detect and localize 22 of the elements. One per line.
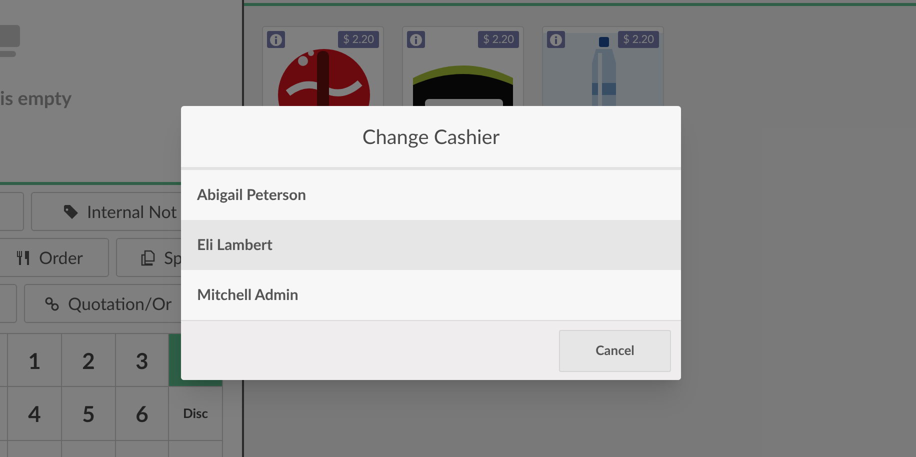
cashier-item[interactable]: Abigail Peterson	[181, 170, 681, 220]
number-key[interactable]: 1	[8, 333, 62, 387]
discount-key[interactable]: Disc	[169, 387, 223, 441]
tag-icon	[63, 204, 79, 220]
info-icon[interactable]	[407, 31, 425, 48]
link-icon	[44, 296, 60, 312]
cashier-item[interactable]: Mitchell Admin	[181, 270, 681, 320]
utensils-icon	[15, 250, 31, 266]
number-key[interactable]: 6	[116, 387, 169, 441]
number-key[interactable]: 4	[8, 387, 62, 441]
number-key[interactable]: 3	[116, 333, 169, 387]
number-key[interactable]: 5	[62, 387, 116, 441]
copy-icon	[140, 250, 156, 266]
info-icon[interactable]	[547, 31, 565, 48]
cashier-item[interactable]: Eli Lambert	[181, 220, 681, 270]
cancel-button[interactable]: Cancel	[559, 330, 671, 372]
price-tag: $ 2.20	[338, 31, 379, 48]
utensils-button[interactable]: Order	[0, 238, 109, 277]
number-key[interactable]: 2	[62, 333, 116, 387]
price-tag: $ 2.20	[478, 31, 519, 48]
price-tag: $ 2.20	[618, 31, 659, 48]
info-icon[interactable]	[267, 31, 285, 48]
